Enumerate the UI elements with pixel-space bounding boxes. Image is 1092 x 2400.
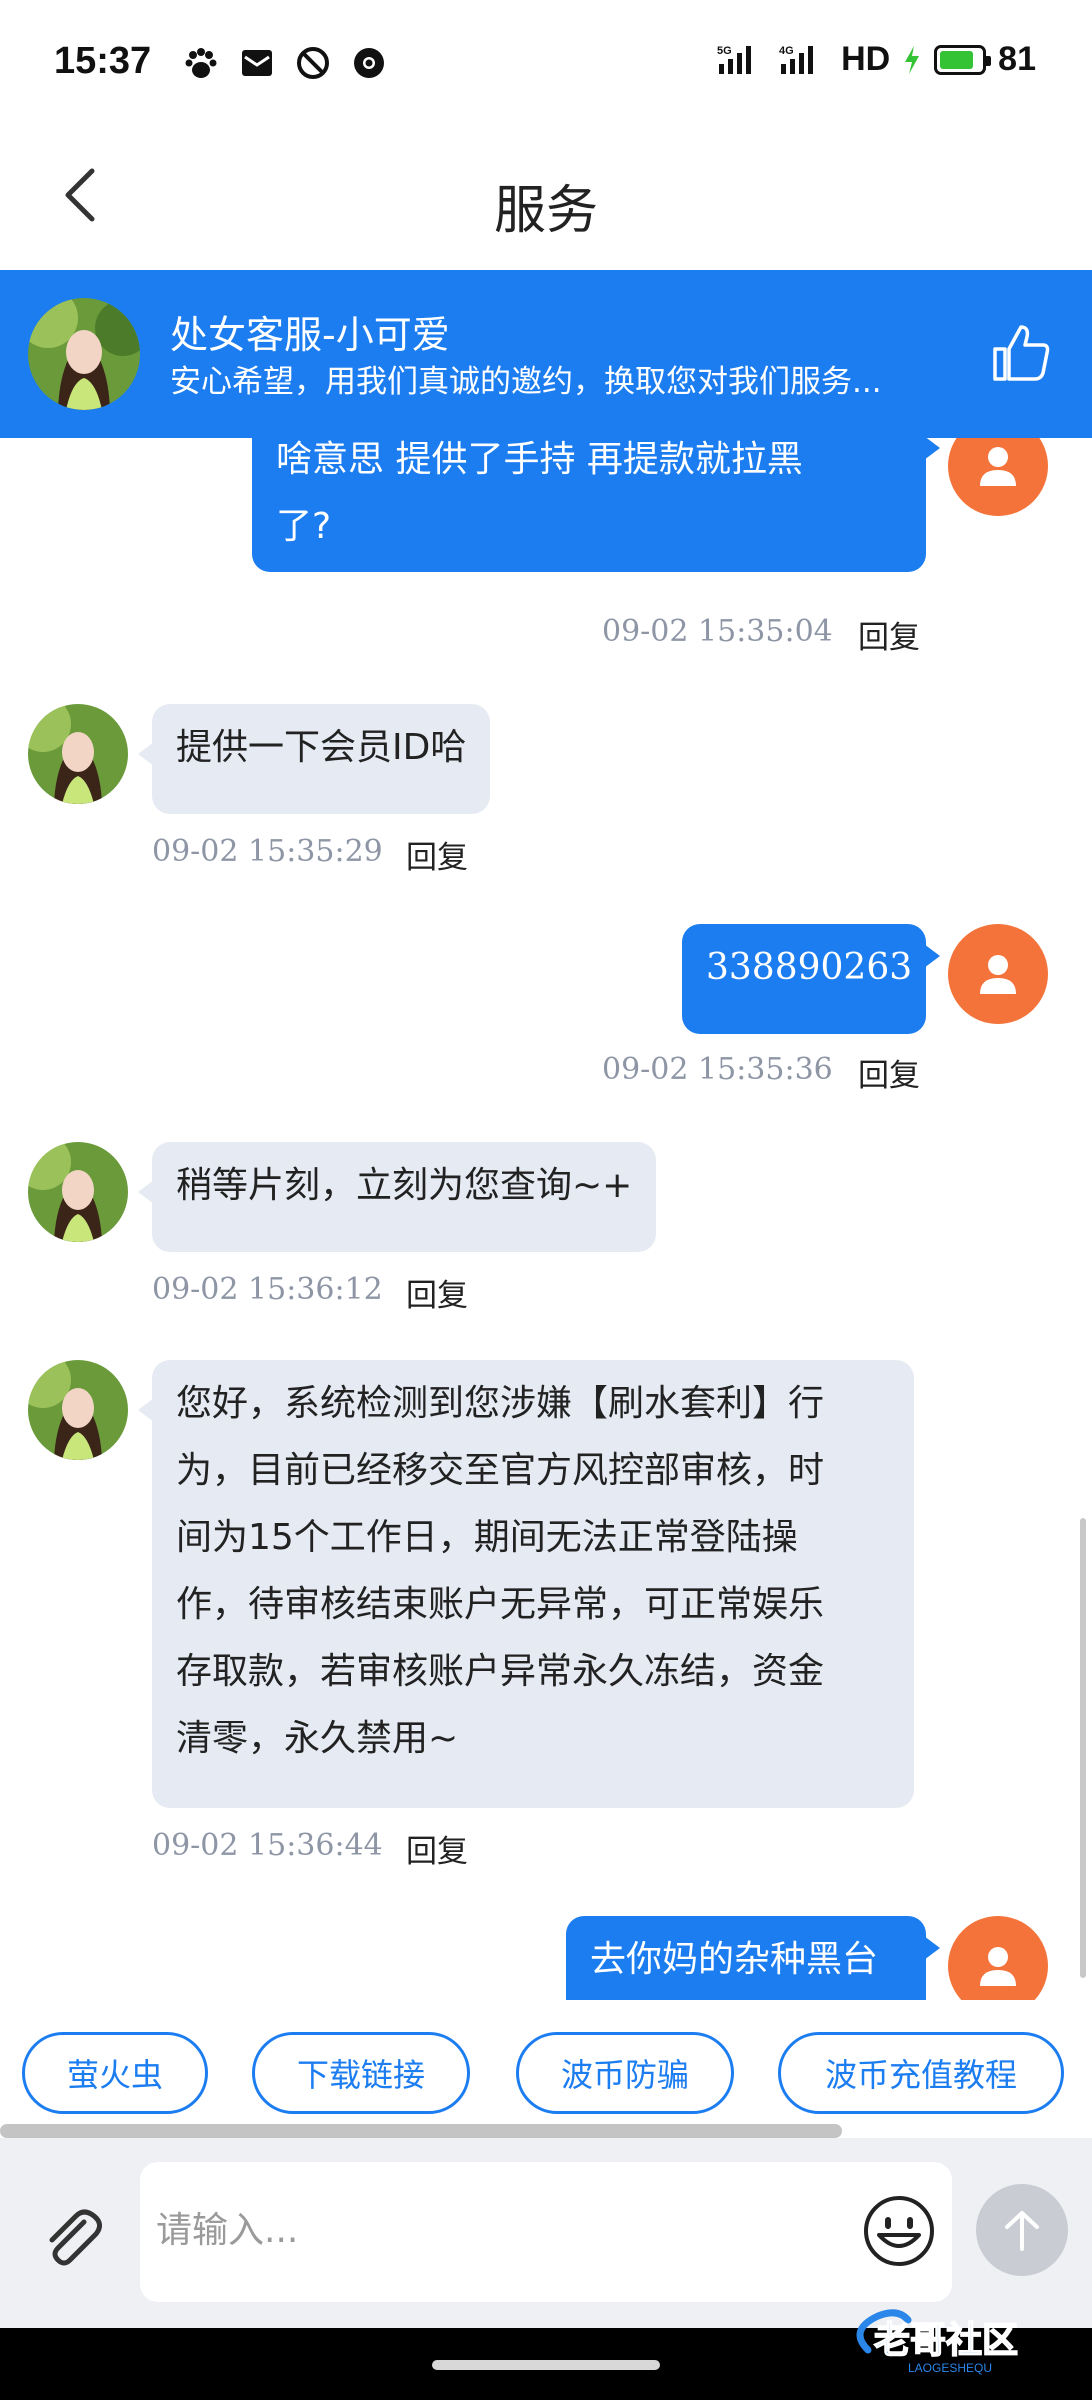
- browser-icon: [350, 44, 388, 82]
- message-timestamp: 09-02 15:35:29: [152, 834, 383, 869]
- person-icon: [980, 955, 1016, 994]
- notification-icons: [182, 44, 388, 82]
- agent-name: 处女客服-小可爱: [170, 313, 450, 357]
- reply-link[interactable]: 回复: [858, 1050, 920, 1095]
- message-timestamp: 09-02 15:35:04: [602, 614, 833, 649]
- reply-link[interactable]: 回复: [406, 832, 468, 877]
- svg-text:4G: 4G: [779, 45, 794, 57]
- signal-4g-icon: 4G: [779, 45, 814, 74]
- message-input[interactable]: [156, 2198, 836, 2262]
- title-bar: 服务: [0, 120, 1092, 270]
- person-icon: [980, 1947, 1016, 1986]
- message-bubble-incoming[interactable]: 您好，系统检测到您涉嫌【刷水套利】行 为，目前已经移交至官方风控部审核，时 间为…: [138, 1360, 914, 1808]
- user-avatar: [948, 924, 1048, 1024]
- arrow-up-icon: [1005, 2211, 1039, 2251]
- reply-link[interactable]: 回复: [406, 1826, 468, 1871]
- agent-avatar-small: [28, 704, 128, 804]
- message-text-line: 为，目前已经移交至官方风控部审核，时: [176, 1450, 825, 1491]
- battery-level: [940, 50, 973, 69]
- quick-links-scrollbar[interactable]: [0, 2124, 842, 2138]
- home-indicator[interactable]: [432, 2360, 660, 2370]
- message-bubble-outgoing[interactable]: 338890263: [682, 924, 940, 1034]
- message-text-line: 存取款，若审核账户异常永久冻结，资金: [176, 1651, 825, 1692]
- hd-indicator: HD: [841, 40, 891, 78]
- charging-icon: [905, 45, 920, 74]
- message-bubble-outgoing[interactable]: 啥意思 提供了手持 再提款就拉黑 了?: [252, 438, 940, 572]
- message-timestamp: 09-02 15:36:12: [152, 1272, 383, 1307]
- mail-icon: [238, 44, 276, 82]
- reply-link[interactable]: 回复: [406, 1270, 468, 1315]
- status-bar: 15:37 5G 4G HD 81: [0, 0, 1092, 120]
- signal-5g-icon: 5G: [717, 45, 752, 74]
- quick-link-recharge-tutorial[interactable]: 波币充值教程: [778, 2032, 1064, 2114]
- thumbs-up-icon: [993, 325, 1050, 381]
- user-avatar: [948, 438, 1048, 516]
- watermark-text: 老哥社区: [874, 2320, 1018, 2361]
- paw-icon: [182, 44, 220, 82]
- page-title: 服务: [493, 181, 598, 241]
- smiley-icon: [864, 2196, 934, 2266]
- battery-icon: [934, 44, 992, 75]
- message-text-line: 清零，永久禁用~: [176, 1718, 459, 1759]
- svg-text:5G: 5G: [717, 45, 732, 57]
- message-text: 稍等片刻，立刻为您查询~+: [176, 1165, 633, 1206]
- system-status: 5G 4G HD 81: [717, 40, 1036, 79]
- send-button[interactable]: [976, 2184, 1068, 2276]
- message-text-line: 您好，系统检测到您涉嫌【刷水套利】行: [176, 1383, 825, 1424]
- message-text-line: 间为15个工作日，期间无法正常登陆操: [176, 1517, 798, 1558]
- do-not-disturb-icon: [294, 44, 332, 82]
- emoji-button[interactable]: [854, 2186, 944, 2276]
- person-icon: [980, 447, 1016, 486]
- like-button[interactable]: [986, 318, 1056, 388]
- reply-link[interactable]: 回复: [858, 612, 920, 657]
- watermark-subtext: LAOGESHEQU: [908, 2361, 992, 2375]
- chat-scrollbar-thumb[interactable]: [1080, 1518, 1086, 1978]
- quick-link-firefly[interactable]: 萤火虫: [22, 2032, 208, 2114]
- chat-scrollbar[interactable]: [1080, 478, 1086, 1998]
- message-bubble-outgoing[interactable]: 去你妈的杂种黑台: [566, 1916, 940, 2000]
- agent-avatar-small: [28, 1142, 128, 1242]
- attach-button[interactable]: [32, 2198, 112, 2278]
- user-avatar: [948, 1916, 1048, 2000]
- agent-banner: 处女客服-小可爱 安心希望，用我们真诚的邀约，换取您对我们服务...: [0, 270, 1092, 438]
- status-time: 15:37: [54, 40, 152, 82]
- battery-percent: 81: [998, 40, 1036, 78]
- message-input-box[interactable]: [140, 2162, 952, 2302]
- message-bubble-incoming[interactable]: 提供一下会员ID哈: [137, 704, 491, 814]
- message-text: 啥意思 提供了手持 再提款就拉黑: [276, 439, 803, 480]
- message-text: 了?: [276, 506, 332, 547]
- quick-link-anti-fraud[interactable]: 波币防骗: [516, 2032, 734, 2114]
- quick-links-bar: 萤火虫 下载链接 波币防骗 波币充值教程: [0, 2000, 1092, 2132]
- message-bubble-incoming[interactable]: 稍等片刻，立刻为您查询~+: [137, 1142, 657, 1252]
- message-timestamp: 09-02 15:36:44: [152, 1828, 383, 1863]
- paperclip-icon: [49, 2209, 102, 2266]
- message-timestamp: 09-02 15:35:36: [602, 1052, 833, 1087]
- watermark-logo: 老哥社区 LAOGESHEQU: [856, 2309, 1019, 2375]
- quick-link-download[interactable]: 下载链接: [252, 2032, 470, 2114]
- message-text: 338890263: [706, 947, 913, 988]
- message-text-line: 作，待审核结束账户无异常，可正常娱乐: [176, 1584, 825, 1625]
- message-text: 去你妈的杂种黑台: [590, 1939, 879, 1980]
- message-text: 提供一下会员ID哈: [176, 727, 467, 768]
- agent-avatar[interactable]: [28, 298, 140, 410]
- agent-description: 安心希望，用我们真诚的邀约，换取您对我们服务...: [170, 364, 882, 400]
- agent-avatar-small: [28, 1360, 128, 1460]
- chat-area[interactable]: 啥意思 提供了手持 再提款就拉黑 了? 09-02 15:35:04 回复 提供…: [0, 438, 1092, 2000]
